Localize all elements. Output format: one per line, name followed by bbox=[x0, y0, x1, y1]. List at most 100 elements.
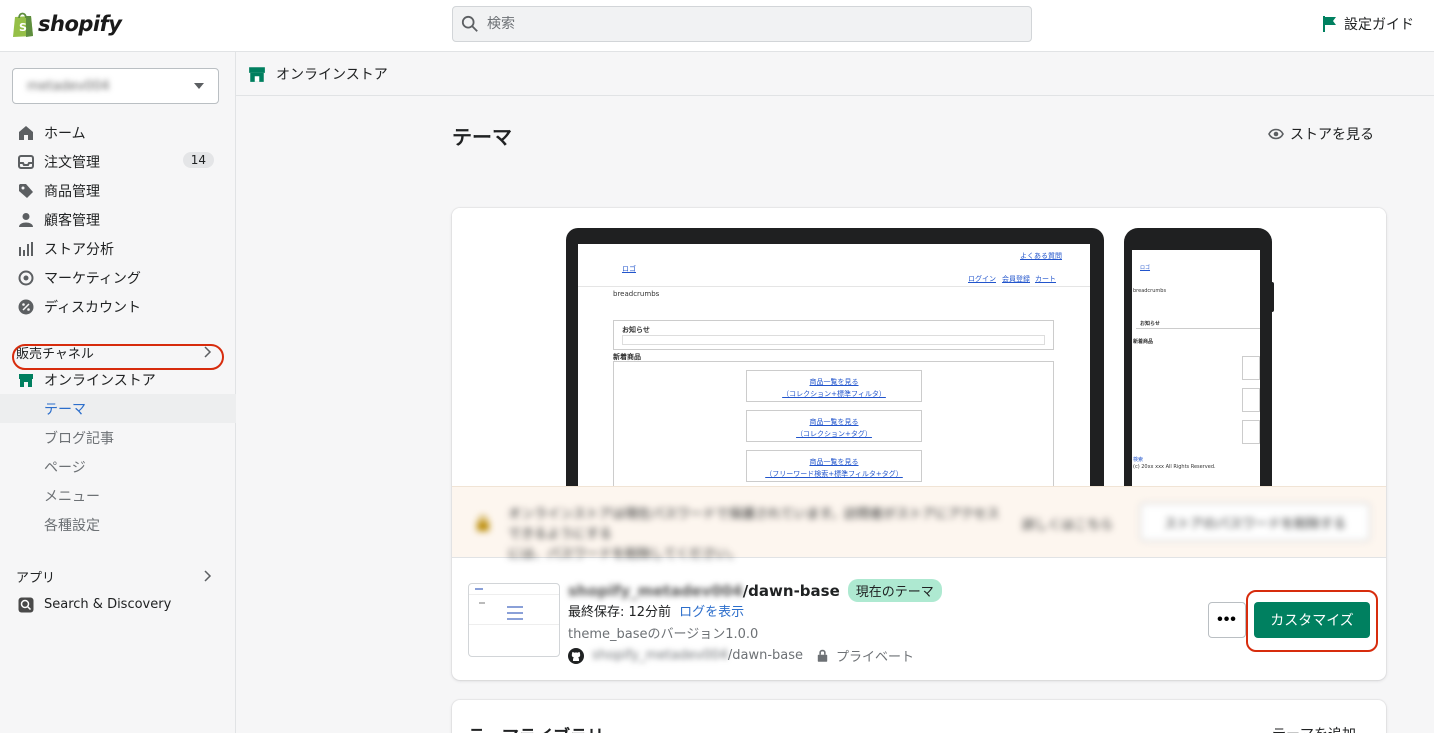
view-log-link[interactable]: ログを表示 bbox=[679, 601, 744, 620]
breadcrumb-label[interactable]: オンラインストア bbox=[276, 64, 388, 84]
mobile-preview-tile-3 bbox=[1242, 420, 1260, 444]
bar-chart-icon bbox=[18, 241, 34, 257]
apps-header[interactable]: アプリ bbox=[0, 562, 236, 590]
theme-name: /dawn-base bbox=[742, 581, 840, 600]
nav-menus[interactable]: メニュー bbox=[0, 481, 236, 510]
store-name: metadev004 bbox=[27, 78, 110, 94]
theme-title: shopify_metadev004/dawn-base 現在のテーマ bbox=[568, 579, 942, 602]
person-icon bbox=[18, 212, 34, 228]
nav-online-store[interactable]: オンラインストア bbox=[0, 365, 236, 394]
mobile-preview-notice: お知らせ bbox=[1140, 321, 1160, 327]
shopping-bag-icon: S bbox=[13, 12, 33, 37]
nav-products[interactable]: 商品管理 bbox=[0, 176, 236, 205]
preview-product-button-1: 商品一覧を見る （コレクション+標準フィルタ） bbox=[746, 370, 922, 402]
nav-pages[interactable]: ページ bbox=[0, 452, 236, 481]
preview-product-button-3-line2: （フリーワード検索+標準フィルタ+タグ） bbox=[765, 470, 903, 478]
chevron-right-icon bbox=[204, 346, 212, 358]
nav-products-label: 商品管理 bbox=[44, 183, 100, 200]
banner-text-line1: オンラインストアは現在パスワードで保護されています。訪問者がストアにアクセスでき… bbox=[508, 507, 1000, 542]
nav-analytics[interactable]: ストア分析 bbox=[0, 234, 236, 263]
preview-header-divider bbox=[578, 286, 1090, 287]
preview-register-link: 会員登録 bbox=[1002, 275, 1030, 283]
sales-channel-nav: オンラインストア テーマ ブログ記事 ページ メニュー 各種設定 bbox=[0, 365, 236, 539]
sales-channels-label: 販売チャネル bbox=[16, 346, 94, 362]
more-horizontal-icon: ••• bbox=[1217, 611, 1237, 628]
customize-button[interactable]: カスタマイズ bbox=[1254, 602, 1370, 638]
current-theme-row: shopify_metadev004/dawn-base 現在のテーマ 最終保存… bbox=[452, 558, 1386, 680]
mobile-preview-divider bbox=[1136, 328, 1260, 329]
storefront-icon bbox=[249, 66, 265, 82]
setup-guide-button[interactable]: 設定ガイド bbox=[1322, 14, 1414, 34]
sales-channels-header[interactable]: 販売チャネル bbox=[0, 338, 236, 366]
nav-search-discovery[interactable]: Search & Discovery bbox=[0, 590, 236, 619]
repo-name: /dawn-base bbox=[727, 648, 804, 663]
chevron-right-icon bbox=[204, 570, 212, 582]
sidebar: metadev004 ホーム 注文管理 14 商品管理 顧客管理 ストア分析 マ… bbox=[0, 52, 236, 733]
remove-password-button[interactable]: ストアのパスワードを削除する bbox=[1140, 503, 1370, 541]
banner-learn-more-link[interactable]: 詳しくはこちら bbox=[1022, 514, 1113, 533]
nav-marketing[interactable]: マーケティング bbox=[0, 263, 236, 292]
discount-icon bbox=[18, 299, 34, 315]
theme-repo-info: shopify_metadev004/dawn-base プライベート bbox=[568, 646, 914, 665]
mobile-preview: ロゴ breadcrumbs お知らせ 新着商品 検索 (c) 20xx xxx… bbox=[1124, 228, 1272, 486]
nav-orders[interactable]: 注文管理 14 bbox=[0, 147, 236, 176]
nav-blog-posts-label: ブログ記事 bbox=[44, 430, 114, 447]
banner-text: オンラインストアは現在パスワードで保護されています。訪問者がストアにアクセスでき… bbox=[508, 505, 1008, 565]
nav-orders-label: 注文管理 bbox=[44, 154, 100, 171]
nav-home-label: ホーム bbox=[44, 125, 86, 142]
search-discovery-app-icon bbox=[18, 597, 34, 613]
mobile-preview-tile-1 bbox=[1242, 356, 1260, 380]
eye-icon bbox=[1268, 128, 1284, 140]
logo-text: shopify bbox=[38, 12, 122, 36]
remove-password-button-label: ストアのパスワードを削除する bbox=[1163, 516, 1346, 532]
nav-preferences-label: 各種設定 bbox=[44, 517, 100, 534]
nav-discounts[interactable]: ディスカウント bbox=[0, 292, 236, 321]
mobile-preview-new-products: 新着商品 bbox=[1133, 339, 1154, 345]
apps-nav: Search & Discovery bbox=[0, 590, 236, 619]
view-store-label: ストアを見る bbox=[1290, 127, 1374, 143]
lock-icon bbox=[817, 649, 828, 662]
target-icon bbox=[18, 270, 34, 286]
storefront-icon bbox=[18, 372, 34, 388]
nav-analytics-label: ストア分析 bbox=[44, 241, 114, 258]
theme-save-info: 最終保存: 12分前 ログを表示 bbox=[568, 601, 744, 620]
nav-menus-label: メニュー bbox=[44, 488, 100, 505]
current-theme-card: よくある質問 ロゴ ログイン 会員登録 カート breadcrumbs お知らせ… bbox=[452, 208, 1386, 680]
orders-count-badge: 14 bbox=[182, 152, 214, 168]
add-theme-button[interactable]: テーマを追加 bbox=[1272, 724, 1356, 733]
setup-guide-label: 設定ガイド bbox=[1344, 17, 1414, 33]
mobile-preview-tile-2 bbox=[1242, 388, 1260, 412]
nav-blog-posts[interactable]: ブログ記事 bbox=[0, 423, 236, 452]
preview-faq-link: よくある質問 bbox=[1020, 252, 1062, 260]
nav-home[interactable]: ホーム bbox=[0, 118, 236, 147]
search-bar[interactable] bbox=[452, 6, 1032, 42]
search-input[interactable] bbox=[487, 16, 1007, 32]
preview-product-button-1-line2: （コレクション+標準フィルタ） bbox=[782, 390, 886, 398]
search-icon bbox=[461, 15, 478, 32]
password-banner: オンラインストアは現在パスワードで保護されています。訪問者がストアにアクセスでき… bbox=[452, 486, 1386, 562]
home-icon bbox=[18, 125, 34, 141]
store-selector[interactable]: metadev004 bbox=[12, 68, 219, 104]
view-store-button[interactable]: ストアを見る bbox=[1268, 124, 1374, 144]
mobile-preview-logo: ロゴ bbox=[1140, 265, 1151, 271]
repo-owner: shopify_metadev004 bbox=[592, 648, 728, 663]
lock-icon bbox=[477, 515, 489, 531]
preview-product-button-2-line1: 商品一覧を見る bbox=[809, 418, 859, 426]
theme-library-card: テーマライブラリ テーマを追加 bbox=[452, 700, 1386, 733]
preview-cart-link: カート bbox=[1035, 275, 1056, 283]
nav-customers[interactable]: 顧客管理 bbox=[0, 205, 236, 234]
theme-thumbnail[interactable] bbox=[468, 583, 560, 657]
theme-owner: shopify_metadev004 bbox=[568, 581, 743, 600]
nav-marketing-label: マーケティング bbox=[44, 270, 141, 287]
preview-login-link: ログイン bbox=[968, 275, 996, 283]
preview-notice-box: お知らせ bbox=[613, 320, 1054, 350]
theme-actions-menu-button[interactable]: ••• bbox=[1208, 602, 1246, 638]
theme-library-title: テーマライブラリ bbox=[468, 722, 604, 733]
shopify-logo[interactable]: S shopify bbox=[12, 10, 122, 38]
theme-preview[interactable]: よくある質問 ロゴ ログイン 会員登録 カート breadcrumbs お知らせ… bbox=[452, 208, 1386, 486]
current-theme-badge: 現在のテーマ bbox=[847, 579, 942, 602]
nav-themes[interactable]: テーマ bbox=[0, 394, 236, 423]
preview-breadcrumbs: breadcrumbs bbox=[613, 290, 660, 298]
nav-themes-label: テーマ bbox=[44, 401, 86, 418]
nav-preferences[interactable]: 各種設定 bbox=[0, 510, 236, 539]
